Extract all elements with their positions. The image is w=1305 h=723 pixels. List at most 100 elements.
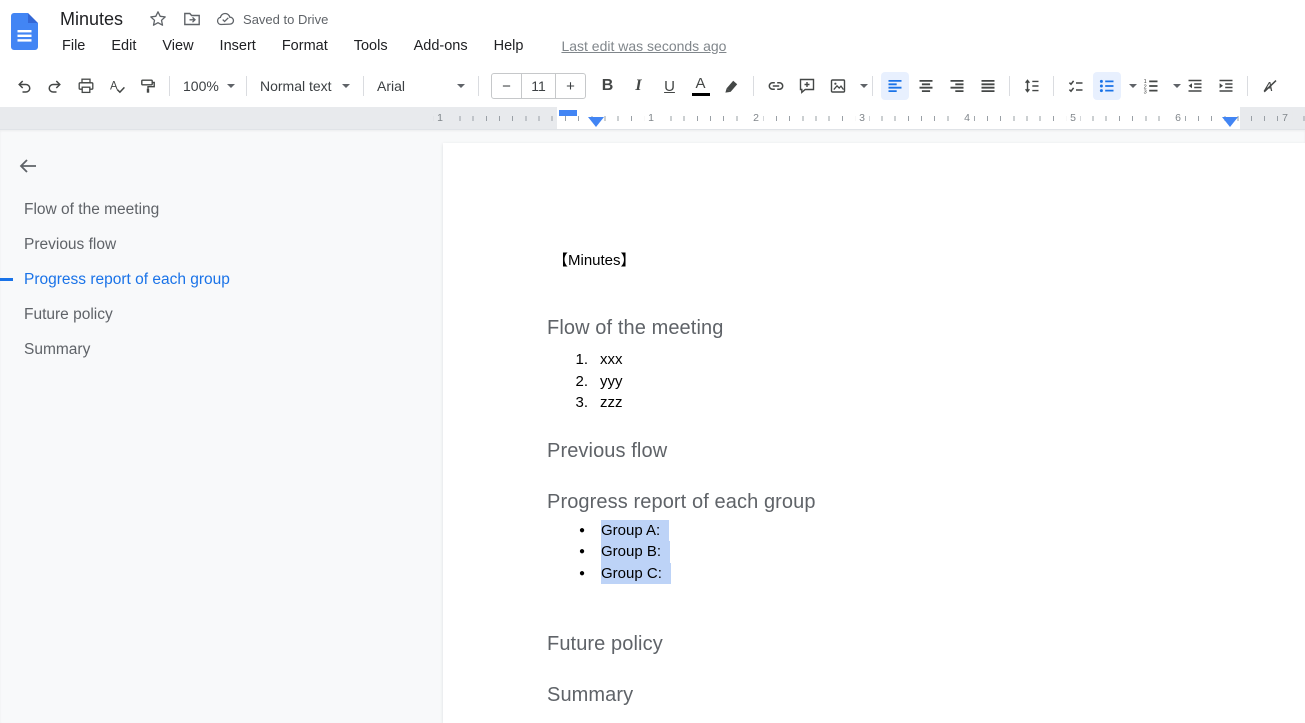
increase-indent-icon [1217,77,1235,95]
line-spacing-button[interactable] [1018,72,1046,100]
align-right-icon [948,77,966,95]
spellcheck-icon: A [108,77,126,95]
toolbar-divider [1009,76,1010,96]
comment-icon [798,77,816,95]
bullet-glyph: ● [547,541,585,563]
doc-title-line[interactable]: 【Minutes】 [553,250,1265,271]
heading-future[interactable]: Future policy [547,631,1265,657]
clear-formatting-button[interactable]: A [1256,72,1284,100]
text-color-button[interactable]: A [687,72,715,100]
increase-font-size-button[interactable]: + [556,74,585,98]
decrease-indent-button[interactable] [1181,72,1209,100]
saved-status[interactable]: Saved to Drive [216,11,328,27]
decrease-font-size-button[interactable]: − [492,74,521,98]
menu-format[interactable]: Format [282,38,328,54]
document-page[interactable]: 【Minutes】 Flow of the meeting 1. xxx 2. … [443,143,1305,723]
document-title[interactable]: Minutes [60,9,123,30]
star-icon[interactable] [148,9,168,29]
align-left-icon [886,77,904,95]
insert-image-menu-button[interactable] [853,72,866,100]
line-spacing-icon [1023,77,1041,95]
menu-file[interactable]: File [62,38,85,54]
font-select[interactable]: Arial [370,72,472,100]
numbered-list-button[interactable]: 123 [1137,72,1165,100]
paragraph-style-select[interactable]: Normal text [253,72,357,100]
bulleted-list-menu-button[interactable] [1122,72,1135,100]
heading-flow[interactable]: Flow of the meeting [547,315,1265,341]
menu-view[interactable]: View [162,38,193,54]
list-item[interactable]: ● Group B: [547,541,1265,563]
decrease-indent-icon [1186,77,1204,95]
justify-button[interactable] [974,72,1002,100]
checklist-button[interactable] [1062,72,1090,100]
heading-progress[interactable]: Progress report of each group [547,489,1265,515]
bold-button[interactable]: B [594,72,622,100]
menu-help[interactable]: Help [494,38,524,54]
numbered-list-menu-button[interactable] [1166,72,1179,100]
link-icon [767,77,785,95]
undo-button[interactable] [10,72,38,100]
selected-text: Group A: [601,520,669,542]
toolbar-divider [1247,76,1248,96]
move-to-folder-icon[interactable] [182,9,202,29]
spellcheck-button[interactable]: A [103,72,131,100]
toolbar-divider [1053,76,1054,96]
add-comment-button[interactable] [793,72,821,100]
bulleted-list: ● Group A: ● Group B: ● Group C: [547,520,1265,585]
heading-summary[interactable]: Summary [547,682,1265,708]
outline-item-progress[interactable]: Progress report of each group [0,262,431,297]
menu-addons[interactable]: Add-ons [414,38,468,54]
paint-format-button[interactable] [134,72,162,100]
outline-item-flow[interactable]: Flow of the meeting [0,192,431,227]
ruler-number: 2 [749,111,763,125]
align-right-button[interactable] [943,72,971,100]
zoom-select[interactable]: 100% [176,72,240,100]
align-center-button[interactable] [912,72,940,100]
last-edit-link[interactable]: Last edit was seconds ago [561,38,726,54]
menu-insert[interactable]: Insert [220,38,256,54]
list-item[interactable]: 3. zzz [547,392,1265,414]
align-left-button[interactable] [881,72,909,100]
toolbar-divider [753,76,754,96]
print-button[interactable] [72,72,100,100]
document-outline: Flow of the meeting Previous flow Progre… [0,130,443,723]
underline-button[interactable]: U [656,72,684,100]
outline-item-summary[interactable]: Summary [0,332,431,367]
ruler-number: 7 [1278,111,1292,125]
ruler-number: 3 [855,111,869,125]
close-outline-button[interactable] [14,152,42,180]
numbered-list: 1. xxx 2. yyy 3. zzz [547,349,1265,414]
font-size-control: − 11 + [491,73,586,99]
italic-button[interactable]: I [625,72,653,100]
chevron-down-icon [342,84,350,88]
svg-text:3: 3 [1143,90,1146,96]
bulleted-list-button[interactable] [1093,72,1121,100]
chevron-down-icon [227,84,235,88]
document-canvas[interactable]: 【Minutes】 Flow of the meeting 1. xxx 2. … [443,143,1305,708]
list-item[interactable]: ● Group A: [547,520,1265,542]
checklist-icon [1067,77,1085,95]
redo-button[interactable] [41,72,69,100]
outline-list: Flow of the meeting Previous flow Progre… [0,192,431,367]
list-item[interactable]: ● Group C: [547,563,1265,585]
print-icon [77,77,95,95]
outline-item-previous[interactable]: Previous flow [0,227,431,262]
highlight-color-button[interactable] [718,72,746,100]
menu-tools[interactable]: Tools [354,38,388,54]
selected-text: Group B: [601,541,670,563]
insert-image-button[interactable] [824,72,852,100]
list-item[interactable]: 2. yyy [547,371,1265,393]
outline-item-future[interactable]: Future policy [0,297,431,332]
first-line-indent-marker[interactable] [559,110,577,116]
right-indent-marker[interactable] [1222,117,1238,127]
list-item[interactable]: 1. xxx [547,349,1265,371]
menu-edit[interactable]: Edit [111,38,136,54]
increase-indent-button[interactable] [1212,72,1240,100]
ruler-number: 1 [644,111,658,125]
heading-previous[interactable]: Previous flow [547,438,1265,464]
insert-link-button[interactable] [762,72,790,100]
ruler: 1 1 2 3 4 5 6 7 [0,107,1305,130]
left-indent-marker[interactable] [588,117,604,127]
font-size-value[interactable]: 11 [521,74,556,98]
google-docs-logo-icon[interactable] [11,13,38,50]
